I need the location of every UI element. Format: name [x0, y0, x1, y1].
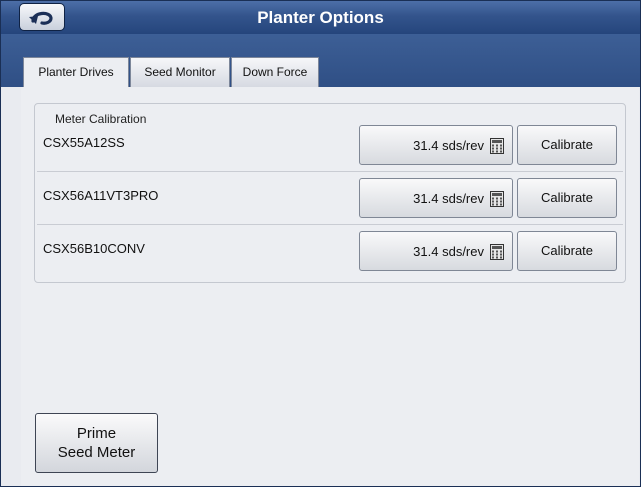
meter-row: CSX56B10CONV 31.4 sds/rev Calibrate [35, 226, 625, 278]
seed-rate-value-button[interactable]: 31.4 sds/rev [359, 178, 513, 218]
row-divider [37, 171, 623, 172]
prime-button-line1: Prime [76, 425, 117, 442]
title-bar: Planter Options [1, 1, 640, 35]
calibrate-button[interactable]: Calibrate [517, 231, 617, 271]
meter-row: CSX55A12SS 31.4 sds/rev Calibrate [35, 120, 625, 172]
calculator-icon [490, 244, 504, 260]
meter-name: CSX55A12SS [43, 135, 125, 150]
meter-name: CSX56B10CONV [43, 241, 145, 256]
seed-rate-value-button[interactable]: 31.4 sds/rev [359, 125, 513, 165]
tab-down-force[interactable]: Down Force [231, 57, 319, 87]
seed-rate-value: 31.4 sds/rev [413, 138, 484, 153]
calibrate-button[interactable]: Calibrate [517, 125, 617, 165]
meter-calibration-group: CSX55A12SS 31.4 sds/rev Calibrate CSX56A… [34, 103, 626, 283]
calibrate-button[interactable]: Calibrate [517, 178, 617, 218]
tab-planter-drives[interactable]: Planter Drives [23, 57, 129, 88]
tab-strip: Planter Drives Seed Monitor Down Force [1, 34, 640, 88]
seed-rate-value-button[interactable]: 31.4 sds/rev [359, 231, 513, 271]
meter-row: CSX56A11VT3PRO 31.4 sds/rev Calibrate [35, 173, 625, 225]
meter-name: CSX56A11VT3PRO [43, 188, 159, 203]
tab-content-panel: CSX55A12SS 31.4 sds/rev Calibrate CSX56A… [21, 87, 639, 486]
seed-rate-value: 31.4 sds/rev [413, 244, 484, 259]
prime-button-line2: Seed Meter [57, 444, 136, 461]
seed-rate-value: 31.4 sds/rev [413, 191, 484, 206]
prime-seed-meter-button[interactable]: Prime Seed Meter [35, 413, 158, 473]
page-title: Planter Options [257, 8, 384, 27]
tab-seed-monitor[interactable]: Seed Monitor [130, 57, 230, 87]
calculator-icon [490, 191, 504, 207]
row-divider [37, 224, 623, 225]
planter-options-window: Planter Options Planter Drives Seed Moni… [0, 0, 641, 487]
group-label: Meter Calibration [52, 112, 150, 126]
calculator-icon [490, 138, 504, 154]
